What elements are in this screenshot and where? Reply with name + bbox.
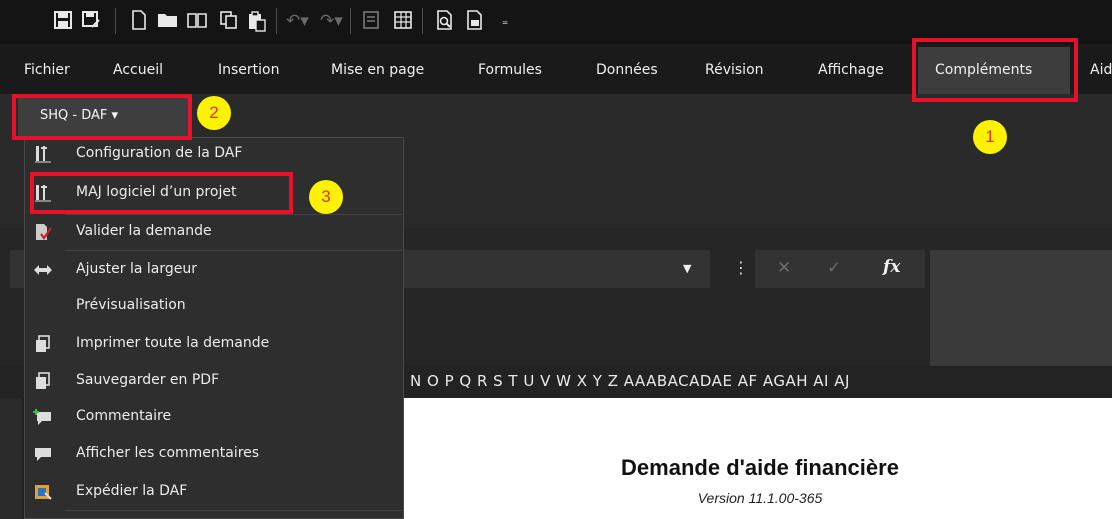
undo-icon[interactable]: ↶▾ [286, 10, 309, 32]
pages-icon [33, 372, 53, 390]
open-folder-icon[interactable] [157, 10, 179, 32]
highlight-box-shq-daf [12, 94, 192, 140]
enter-icon[interactable]: ✓ [827, 258, 841, 278]
form-icon[interactable] [360, 10, 382, 32]
menu-item-expedier-daf[interactable]: Expédier la DAF [25, 476, 403, 508]
print-setup-icon[interactable] [464, 10, 486, 32]
menu-separator [65, 250, 402, 251]
highlight-box-complements [912, 38, 1078, 102]
tab-accueil[interactable]: Accueil [113, 62, 163, 78]
menu-item-commentaire[interactable]: Commentaire [25, 401, 403, 433]
send-icon [33, 483, 53, 501]
tools-icon [33, 145, 53, 163]
toolbar-separator [350, 8, 351, 34]
pages-icon [33, 335, 53, 353]
tab-fichier[interactable]: Fichier [24, 62, 70, 78]
customize-icon[interactable]: ₌ [494, 10, 516, 32]
resize-width-icon [33, 261, 53, 279]
menu-item-label: Prévisualisation [76, 297, 186, 313]
toolbar-separator [115, 8, 116, 34]
tab-donnees[interactable]: Données [596, 62, 658, 78]
document-title: Demande d'aide financière [621, 455, 899, 480]
tab-formules[interactable]: Formules [478, 62, 542, 78]
book-icon[interactable] [186, 10, 208, 32]
print-preview-icon[interactable] [434, 10, 456, 32]
insert-function-icon[interactable]: fx [883, 257, 900, 277]
new-document-icon[interactable] [128, 10, 150, 32]
menu-item-label: Expédier la DAF [76, 483, 188, 499]
validate-icon [33, 223, 53, 241]
table-icon[interactable] [392, 10, 414, 32]
row-header-bar [0, 398, 22, 519]
menu-separator [65, 214, 402, 215]
menu-separator [65, 510, 402, 511]
menu-item-label: Imprimer toute la demande [76, 335, 270, 351]
redo-icon[interactable]: ↷▾ [320, 10, 343, 32]
annotation-badge-2: 2 [197, 96, 231, 130]
add-comment-icon [33, 408, 53, 426]
column-letters[interactable]: N O P Q R S T U V W X Y Z AAABACADAE AF … [410, 372, 850, 390]
tab-insertion[interactable]: Insertion [218, 62, 279, 78]
menu-item-label: Configuration de la DAF [76, 145, 243, 161]
toolbar-separator [276, 8, 277, 34]
menu-item-imprimer-demande[interactable]: Imprimer toute la demande [25, 328, 403, 360]
menu-item-label: Commentaire [76, 408, 172, 424]
menu-item-ajuster-largeur[interactable]: Ajuster la largeur [25, 254, 403, 286]
tab-revision[interactable]: Révision [705, 62, 764, 78]
name-box-dropdown-icon[interactable]: ▼ [683, 262, 691, 275]
highlight-box-maj-logiciel [30, 172, 293, 214]
copy-icon[interactable] [218, 10, 240, 32]
menu-item-label: Valider la demande [76, 223, 212, 239]
menu-item-sauvegarder-pdf[interactable]: Sauvegarder en PDF [25, 365, 403, 397]
formula-input[interactable] [930, 250, 1112, 378]
tab-mise-en-page[interactable]: Mise en page [331, 62, 424, 78]
save-icon[interactable] [52, 10, 74, 32]
tab-aide[interactable]: Aid [1090, 62, 1112, 78]
formula-bar-grip-icon: ⋮ [733, 258, 749, 277]
menu-item-valider-demande[interactable]: Valider la demande [25, 216, 403, 248]
menu-item-previsualisation[interactable]: Prévisualisation [25, 290, 403, 322]
menu-item-label: Afficher les commentaires [76, 445, 260, 461]
annotation-badge-3: 3 [309, 180, 343, 214]
toolbar-separator [422, 8, 423, 34]
paste-icon[interactable] [246, 10, 268, 32]
menu-item-label: Sauvegarder en PDF [76, 372, 220, 388]
annotation-badge-1: 1 [973, 120, 1007, 154]
comment-icon [33, 445, 53, 463]
document-version: Version 11.1.00-365 [697, 490, 823, 506]
formula-buttons: ✕ ✓ fx [755, 250, 925, 288]
tab-affichage[interactable]: Affichage [818, 62, 884, 78]
menu-item-configuration-daf[interactable]: Configuration de la DAF [25, 138, 403, 170]
menu-item-label: Ajuster la largeur [76, 261, 197, 277]
save-as-icon[interactable] [80, 10, 102, 32]
cancel-icon[interactable]: ✕ [777, 258, 791, 278]
menu-item-afficher-commentaires[interactable]: Afficher les commentaires [25, 438, 403, 470]
